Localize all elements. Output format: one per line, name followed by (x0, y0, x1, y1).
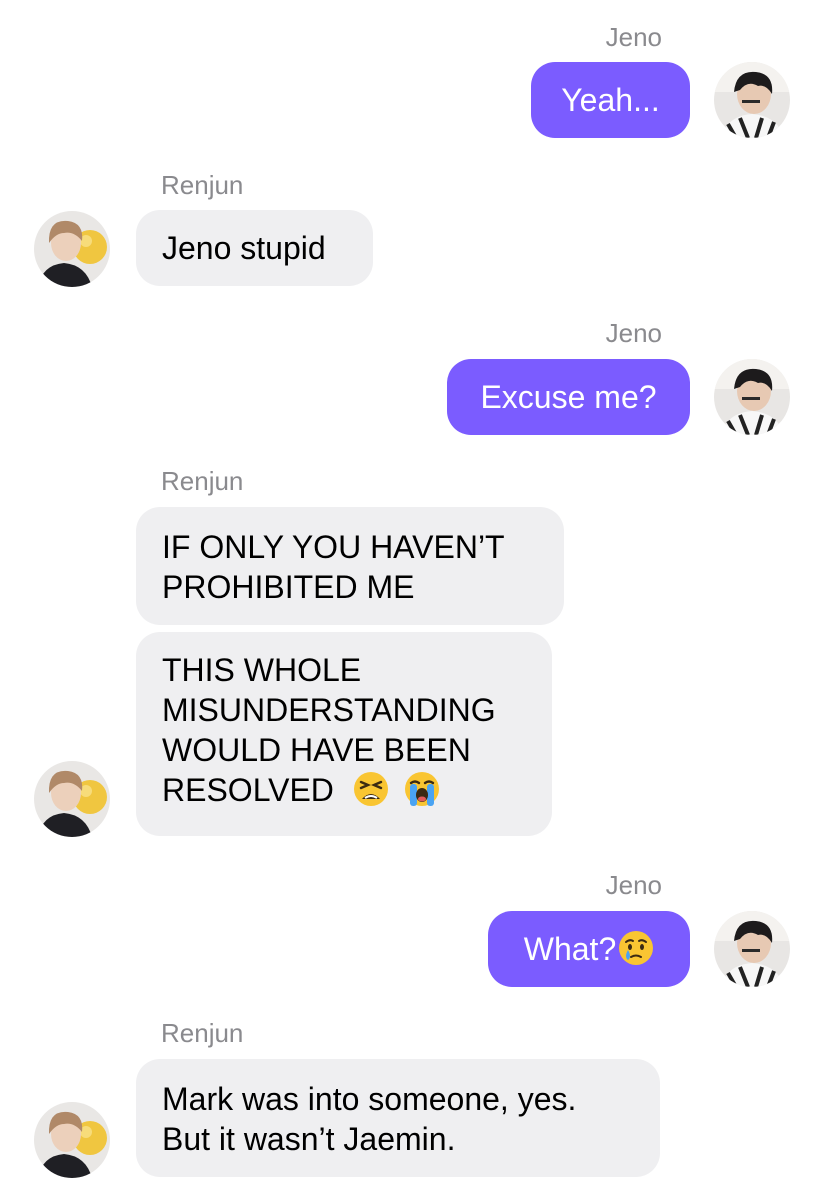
face-holding-back-tears-emoji (618, 930, 654, 966)
message-text-line: IF ONLY YOU HAVEN’T (162, 529, 505, 565)
message-text: Jeno stupid (162, 230, 326, 266)
message-text: Yeah... (561, 82, 660, 118)
jeno-avatar[interactable] (714, 62, 790, 138)
message-text-line: But it wasn’t Jaemin. (162, 1121, 456, 1157)
sender-name-renjun: Renjun (161, 466, 244, 496)
message-bubble-outgoing[interactable]: Excuse me? (447, 359, 690, 435)
jeno-avatar[interactable] (714, 359, 790, 435)
message-text-line: MISUNDERSTANDING (162, 692, 496, 728)
message-text-line: PROHIBITED ME (162, 569, 415, 605)
message-bubble-outgoing[interactable]: Yeah... (531, 62, 690, 138)
loudly-crying-face-emoji (404, 771, 440, 807)
message-text-line: Mark was into someone, yes. (162, 1081, 577, 1117)
renjun-avatar[interactable] (34, 211, 110, 287)
message-text-line: What? (488, 929, 690, 969)
jeno-avatar[interactable] (714, 911, 790, 987)
renjun-avatar[interactable] (34, 1102, 110, 1178)
message-bubble-incoming[interactable]: THIS WHOLE MISUNDERSTANDING WOULD HAVE B… (136, 632, 552, 836)
message-text-line: THIS WHOLE (162, 652, 362, 688)
sender-name-jeno: Jeno (605, 22, 662, 52)
message-text: RESOLVED (162, 772, 334, 808)
sender-name-jeno: Jeno (605, 870, 662, 900)
message-text-line: RESOLVED (162, 770, 526, 810)
message-bubble-incoming[interactable]: Jeno stupid (136, 210, 373, 286)
message-text: What? (523, 931, 617, 967)
renjun-avatar[interactable] (34, 761, 110, 837)
message-text-line: WOULD HAVE BEEN (162, 732, 471, 768)
message-text: Excuse me? (480, 379, 657, 415)
message-bubble-incoming[interactable]: IF ONLY YOU HAVEN’T PROHIBITED ME (136, 507, 564, 625)
sender-name-jeno: Jeno (605, 318, 662, 348)
message-bubble-outgoing[interactable]: What? (488, 911, 690, 987)
sender-name-renjun: Renjun (161, 1018, 244, 1048)
message-bubble-incoming[interactable]: Mark was into someone, yes. But it wasn’… (136, 1059, 660, 1177)
tired-face-emoji (353, 771, 389, 807)
sender-name-renjun: Renjun (161, 170, 244, 200)
